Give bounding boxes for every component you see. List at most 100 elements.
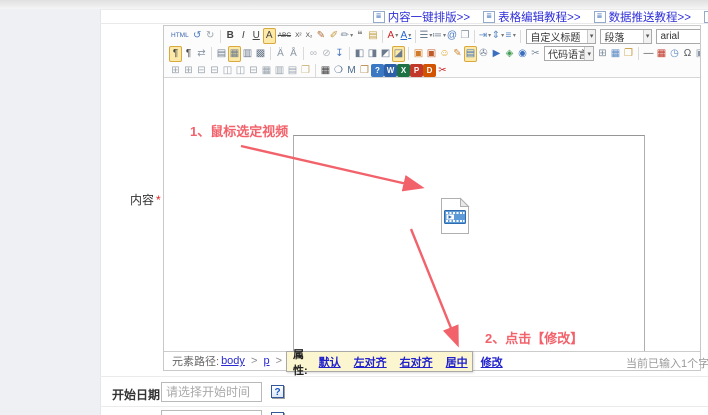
- merge-cells-icon[interactable]: ◫: [221, 63, 234, 79]
- special-chars-icon[interactable]: Ω: [681, 46, 694, 62]
- strikethrough-icon[interactable]: ABC: [276, 28, 293, 44]
- print-icon[interactable]: ▦: [319, 63, 332, 79]
- merge-right-icon[interactable]: ◫: [234, 63, 247, 79]
- image-center-icon[interactable]: ◨: [366, 46, 379, 62]
- spell-check-icon[interactable]: Ä: [274, 46, 287, 62]
- excel-import-icon[interactable]: X: [397, 64, 410, 77]
- font-border-icon[interactable]: A: [263, 28, 276, 44]
- annotation-step1: 1、鼠标选定视频: [190, 121, 288, 140]
- start-date-input[interactable]: [161, 382, 262, 402]
- tutorial-link-data-push[interactable]: ≣数据推送教程>>: [594, 9, 691, 25]
- insert-row-icon[interactable]: ⊞: [169, 63, 182, 79]
- attr-link-modify[interactable]: 修改: [481, 354, 503, 370]
- bold-icon[interactable]: B: [224, 28, 237, 44]
- word-image-icon[interactable]: ▣: [694, 46, 700, 62]
- horizontal-rule-icon[interactable]: —: [642, 46, 655, 62]
- format-clear-icon[interactable]: ✂: [436, 63, 449, 79]
- edit-table-icon[interactable]: ▦: [609, 46, 622, 62]
- insert-col-icon[interactable]: ⊞: [182, 63, 195, 79]
- path-item-body[interactable]: body: [221, 355, 245, 367]
- align-right-icon[interactable]: ▥: [241, 46, 254, 62]
- word-import-icon[interactable]: W: [384, 64, 397, 77]
- delete-row-icon[interactable]: ⊟: [195, 63, 208, 79]
- paste-board-icon[interactable]: ❐: [358, 63, 371, 79]
- emotion-icon[interactable]: ☺: [438, 46, 451, 62]
- new-page-icon[interactable]: ❐: [458, 28, 471, 44]
- unordered-list-icon[interactable]: ≔▾: [432, 28, 445, 44]
- unlink-icon[interactable]: ⊘: [320, 46, 333, 62]
- attr-link-center[interactable]: 居中: [446, 354, 468, 370]
- end-date-input-partial[interactable]: [161, 410, 262, 415]
- insert-map-icon[interactable]: ◈: [503, 46, 516, 62]
- search-replace-icon[interactable]: M: [345, 63, 358, 79]
- delete-table-icon[interactable]: ❐: [299, 63, 312, 79]
- ltr-paragraph-icon[interactable]: ¶: [169, 46, 182, 62]
- split-rows-icon[interactable]: ▥: [273, 63, 286, 79]
- insert-anchor-icon[interactable]: ↧: [333, 46, 346, 62]
- align-left-icon[interactable]: ▤: [215, 46, 228, 62]
- image-float-right-icon[interactable]: ◩: [379, 46, 392, 62]
- path-item-p[interactable]: p: [263, 355, 269, 367]
- insert-image-icon[interactable]: ▣: [412, 46, 425, 62]
- blockquote-icon[interactable]: ❝: [353, 28, 366, 44]
- subscript-icon[interactable]: X₂: [304, 28, 315, 44]
- insert-gmap-icon[interactable]: ◉: [516, 46, 529, 62]
- background-color-icon[interactable]: A▾: [399, 28, 412, 44]
- attachment-icon[interactable]: ▤: [464, 46, 477, 62]
- delete-col-icon[interactable]: ⊟: [208, 63, 221, 79]
- paragraph-format-select[interactable]: 段落▾: [600, 29, 652, 44]
- template-icon[interactable]: ❐: [622, 46, 635, 62]
- attr-link-default[interactable]: 默认: [319, 354, 341, 370]
- line-height-icon[interactable]: ≡▾: [504, 28, 517, 44]
- custom-title-select[interactable]: 自定义标题▾: [526, 29, 596, 44]
- insert-file-icon[interactable]: ✇: [477, 46, 490, 62]
- underline-icon[interactable]: U: [250, 28, 263, 44]
- attr-link-align-right[interactable]: 右对齐: [400, 354, 433, 370]
- superscript-icon[interactable]: X²: [293, 28, 304, 44]
- editor-canvas[interactable]: [164, 78, 700, 351]
- image-manager-icon[interactable]: ▣: [425, 46, 438, 62]
- ordered-list-icon[interactable]: ☰▾: [419, 28, 432, 44]
- insert-video-icon[interactable]: ▶: [490, 46, 503, 62]
- indent-icon[interactable]: ⇥▾: [478, 28, 491, 44]
- italic-icon[interactable]: I: [237, 28, 250, 44]
- word-count-icon[interactable]: Å: [287, 46, 300, 62]
- start-date-help-icon[interactable]: ?: [271, 385, 284, 398]
- merge-down-icon[interactable]: ⊟: [247, 63, 260, 79]
- video-placeholder-icon[interactable]: [440, 197, 470, 235]
- insert-link-icon[interactable]: ∞: [307, 46, 320, 62]
- attr-link-align-left[interactable]: 左对齐: [354, 354, 387, 370]
- preview-icon[interactable]: ❍: [332, 63, 345, 79]
- redo-icon[interactable]: ↻: [204, 28, 217, 44]
- split-cols-icon[interactable]: ▤: [286, 63, 299, 79]
- insert-code-icon[interactable]: ⊞: [596, 46, 609, 62]
- font-family-select[interactable]: arial▾: [656, 29, 700, 44]
- align-justify-icon[interactable]: ▩: [254, 46, 267, 62]
- editor-content-block[interactable]: [293, 135, 645, 351]
- split-cells-icon[interactable]: ▦: [260, 63, 273, 79]
- text-direction-icon[interactable]: ⇄: [195, 46, 208, 62]
- remove-format-icon[interactable]: ✎: [314, 28, 327, 44]
- scrawl-icon[interactable]: ✎: [451, 46, 464, 62]
- image-float-left-icon[interactable]: ◧: [353, 46, 366, 62]
- undo-icon[interactable]: ↺: [191, 28, 204, 44]
- screenshot-icon[interactable]: ✂: [529, 46, 542, 62]
- align-center-icon[interactable]: ▦: [228, 46, 241, 62]
- html-source-icon[interactable]: HTML: [169, 28, 191, 44]
- pdf-import-icon[interactable]: D: [423, 64, 436, 77]
- help-icon[interactable]: ?: [371, 64, 384, 77]
- tutorial-link-content-typeset[interactable]: ≣内容一键排版>>: [373, 9, 470, 25]
- insert-time-icon[interactable]: ◷: [668, 46, 681, 62]
- image-inline-icon[interactable]: ◪: [392, 46, 405, 62]
- paint-format-icon[interactable]: ✏▾: [340, 28, 353, 44]
- ppt-import-icon[interactable]: P: [410, 64, 423, 77]
- paste-plain-icon[interactable]: ▤: [366, 28, 379, 44]
- insert-date-icon[interactable]: ▦: [655, 46, 668, 62]
- rtl-paragraph-icon[interactable]: ¶: [182, 46, 195, 62]
- font-color-icon[interactable]: A▾: [386, 28, 399, 44]
- tutorial-link-table-edit[interactable]: ≣表格编辑教程>>: [483, 9, 580, 25]
- code-language-select[interactable]: 代码语言▾: [544, 46, 594, 61]
- row-spacing-icon[interactable]: ⇕▾: [491, 28, 504, 44]
- format-brush-icon[interactable]: ✐: [327, 28, 340, 44]
- anchor-icon[interactable]: @: [445, 28, 458, 44]
